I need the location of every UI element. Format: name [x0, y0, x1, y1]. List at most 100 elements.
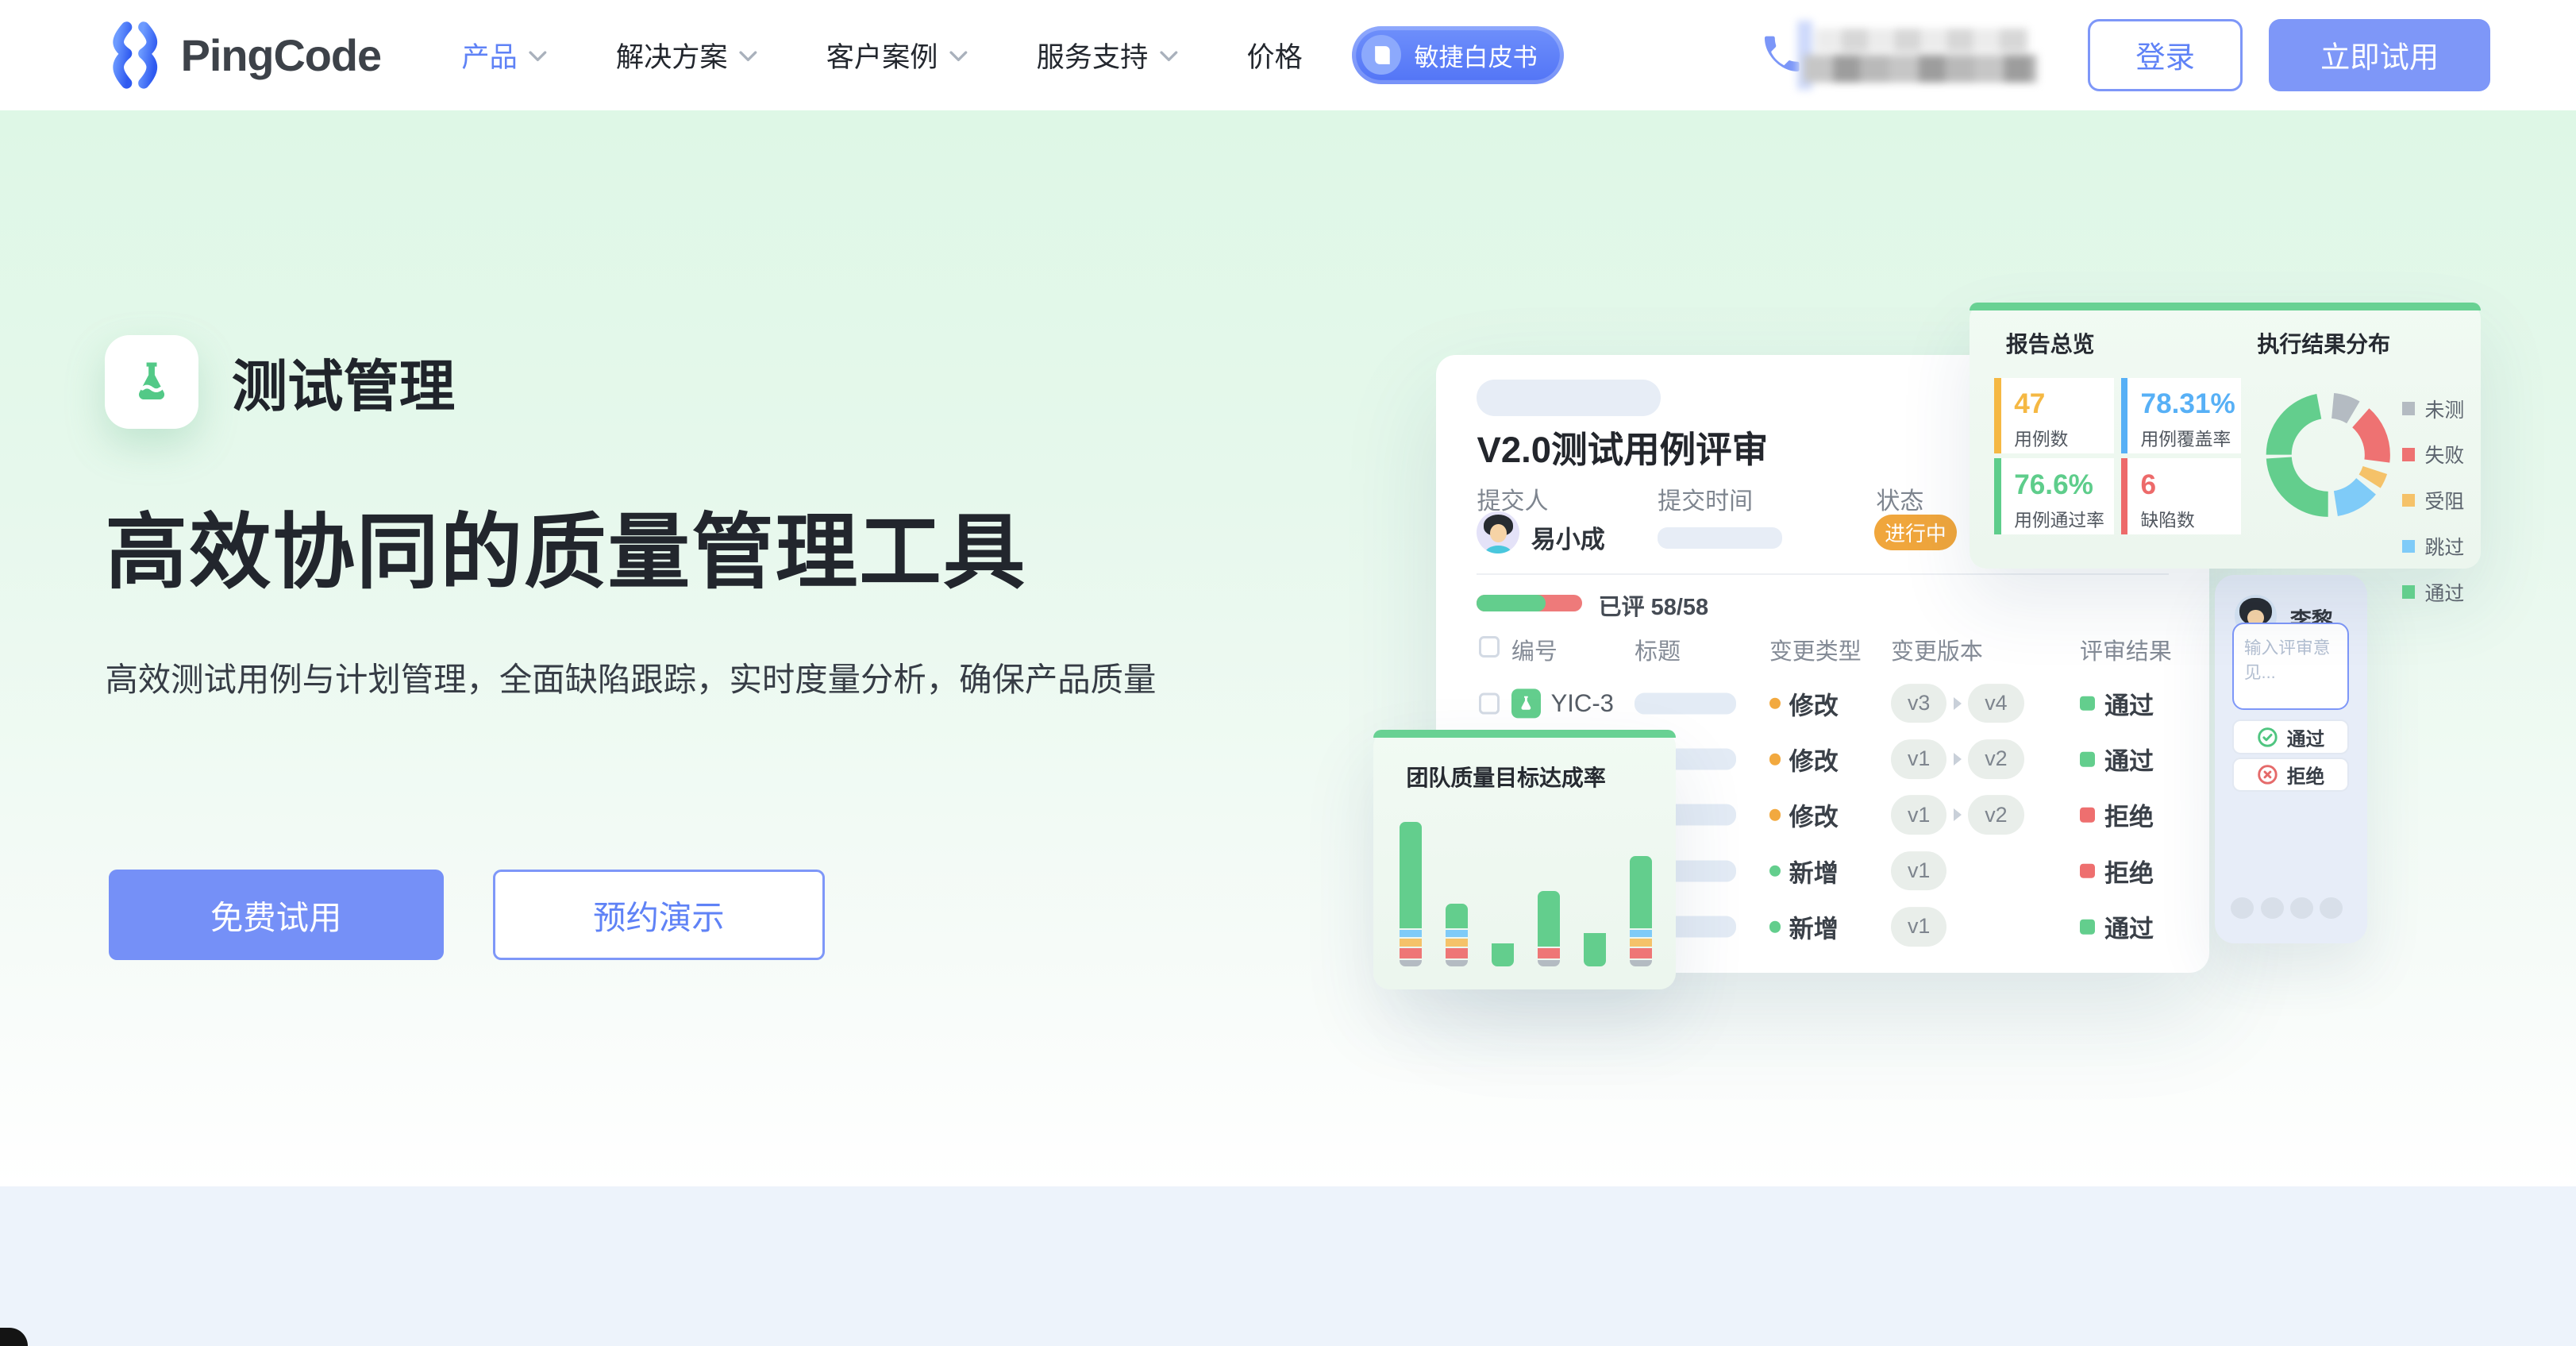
- hero-ctas: 免费试用 预约演示: [109, 870, 825, 960]
- table-header: 编号 标题 变更类型变更版本 评审结果: [1436, 633, 2210, 665]
- stat-label: 用例通过率: [2014, 506, 2114, 532]
- legend-label: 失败: [2425, 440, 2465, 469]
- version-pill: v3: [1891, 684, 1946, 723]
- chevron-down-icon: [529, 51, 547, 62]
- version-pill: v2: [1968, 796, 2023, 835]
- stat-accent-bar: [2121, 378, 2127, 453]
- table-row-1: YIC-3修改v3v4通过: [1436, 676, 2210, 731]
- result-status-square: [2080, 808, 2095, 823]
- result-status-square: [2080, 696, 2095, 711]
- result-label: 通过: [2104, 742, 2154, 777]
- change-type-label: 新增: [1789, 909, 1839, 945]
- progress-label: 已评 58/58: [1599, 588, 1708, 622]
- donut-legend: 未测失败受阻跳过通过: [2402, 395, 2465, 607]
- stat-value: 6: [2141, 470, 2241, 501]
- hero-section: 测试管理 高效协同的质量管理工具 高效测试用例与计划管理，全面缺陷跟踪，实时度量…: [0, 110, 2576, 1187]
- divider: [1477, 573, 2168, 575]
- goal-bar-3: [1492, 943, 1514, 966]
- next-section: [0, 1186, 2576, 1346]
- check-circle-icon: [2257, 727, 2278, 748]
- page-title: 高效协同的质量管理工具: [105, 485, 1026, 604]
- legend-swatch: [2402, 448, 2416, 461]
- reject-label: 拒绝: [2287, 761, 2325, 789]
- main-nav: 产品 解决方案 客户案例 服务支持 价格: [461, 35, 1302, 75]
- version-pill: v1: [1891, 907, 1946, 947]
- try-now-button[interactable]: 立即试用: [2269, 19, 2490, 91]
- report-title: 报告总览: [2006, 327, 2095, 359]
- nav-item-label: 产品: [461, 35, 517, 75]
- approve-button: 通过: [2232, 719, 2349, 754]
- mockup-comment-panel: 李黎 通过 拒绝: [2215, 575, 2367, 943]
- row-checkbox: [1479, 692, 1500, 714]
- free-trial-button[interactable]: 免费试用: [109, 870, 444, 960]
- nav-item-1[interactable]: 产品: [461, 35, 547, 75]
- x-circle-icon: [2257, 764, 2278, 785]
- column-header: 标题: [1635, 633, 1681, 666]
- legend-label: 跳过: [2425, 532, 2465, 561]
- stat-value: 78.31%: [2141, 389, 2241, 420]
- version-pill: v2: [1968, 739, 2023, 779]
- change-type-label: 修改: [1789, 685, 1839, 721]
- change-type-dot: [1769, 809, 1781, 820]
- legend-swatch: [2402, 540, 2416, 553]
- stat-label: 用例覆盖率: [2141, 425, 2241, 451]
- stat-value: 76.6%: [2014, 470, 2114, 501]
- book-demo-button[interactable]: 预约演示: [493, 870, 825, 960]
- version-pill: v4: [1968, 684, 2023, 723]
- page-subtitle: 高效测试用例与计划管理，全面缺陷跟踪，实时度量分析，确保产品质量: [105, 653, 1156, 700]
- legend-item: 未测: [2402, 395, 2465, 423]
- goal-bar-2: [1446, 904, 1468, 966]
- column-header: 编号: [1511, 633, 1558, 666]
- avatar: [1477, 511, 1519, 554]
- legend-label: 通过: [2425, 578, 2465, 607]
- stat-label: 缺陷数: [2141, 506, 2241, 532]
- column-header: 变更类型: [1769, 633, 1862, 666]
- column-header: 评审结果: [2080, 633, 2172, 666]
- result-status-square: [2080, 752, 2095, 767]
- nav-item-5[interactable]: 价格: [1246, 35, 1302, 75]
- result-label: 通过: [2104, 909, 2154, 945]
- change-type-dot: [1769, 697, 1781, 708]
- product-tag: 测试管理: [105, 335, 455, 429]
- nav-item-4[interactable]: 服务支持: [1037, 35, 1178, 75]
- nav-item-label: 价格: [1246, 35, 1302, 75]
- stat-accent-bar: [1994, 458, 2000, 534]
- mockup-goal-card: 团队质量目标达成率: [1373, 730, 1676, 989]
- chevron-down-icon: [739, 51, 757, 62]
- logo[interactable]: PingCode: [105, 21, 381, 90]
- nav-item-label: 服务支持: [1037, 35, 1149, 75]
- stats-grid: 47用例数78.31%用例覆盖率76.6%用例通过率6缺陷数: [1994, 378, 2240, 534]
- title-placeholder-pill: [1635, 692, 1736, 714]
- book-icon: [1361, 35, 1401, 75]
- result-status-square: [2080, 920, 2095, 935]
- placeholder-pill: [1477, 380, 1661, 416]
- version-pill: v1: [1891, 796, 1946, 835]
- goal-bar-1: [1400, 822, 1422, 966]
- column-header: 变更版本: [1891, 633, 1983, 666]
- time-placeholder-pill: [1658, 527, 1782, 549]
- arrow-right-icon: [1954, 753, 1962, 766]
- mockup-report-card: 报告总览 47用例数78.31%用例覆盖率76.6%用例通过率6缺陷数 执行结果…: [1970, 303, 2481, 569]
- change-type-label: 修改: [1789, 797, 1839, 833]
- flask-icon: [105, 335, 198, 429]
- execution-result-donut-chart: [2262, 389, 2394, 521]
- whitepaper-badge[interactable]: 敏捷白皮书: [1352, 26, 1564, 83]
- legend-swatch: [2402, 585, 2416, 599]
- donut-title: 执行结果分布: [2257, 327, 2390, 359]
- stat-box-2: 78.31% 用例覆盖率: [2121, 378, 2241, 453]
- review-comment-input: [2232, 623, 2349, 710]
- legend-label: 受阻: [2425, 486, 2465, 515]
- change-type-label: 新增: [1789, 853, 1839, 889]
- nav-item-3[interactable]: 客户案例: [826, 35, 968, 75]
- chevron-down-icon: [949, 51, 968, 62]
- header-checkbox: [1479, 636, 1500, 658]
- logo-text: PingCode: [181, 29, 381, 81]
- page: PingCode 产品 解决方案 客户案例 服务支持 价格 敏捷白皮书 登录 立即试用: [0, 0, 2576, 1346]
- login-button[interactable]: 登录: [2088, 19, 2243, 91]
- goal-title: 团队质量目标达成率: [1406, 761, 1605, 793]
- site-header: PingCode 产品 解决方案 客户案例 服务支持 价格 敏捷白皮书 登录 立即试用: [0, 0, 2576, 110]
- nav-item-2[interactable]: 解决方案: [616, 35, 757, 75]
- pingcode-logo-icon: [105, 21, 164, 90]
- stat-label: 用例数: [2014, 425, 2114, 451]
- testcase-id: YIC-3: [1551, 689, 1614, 718]
